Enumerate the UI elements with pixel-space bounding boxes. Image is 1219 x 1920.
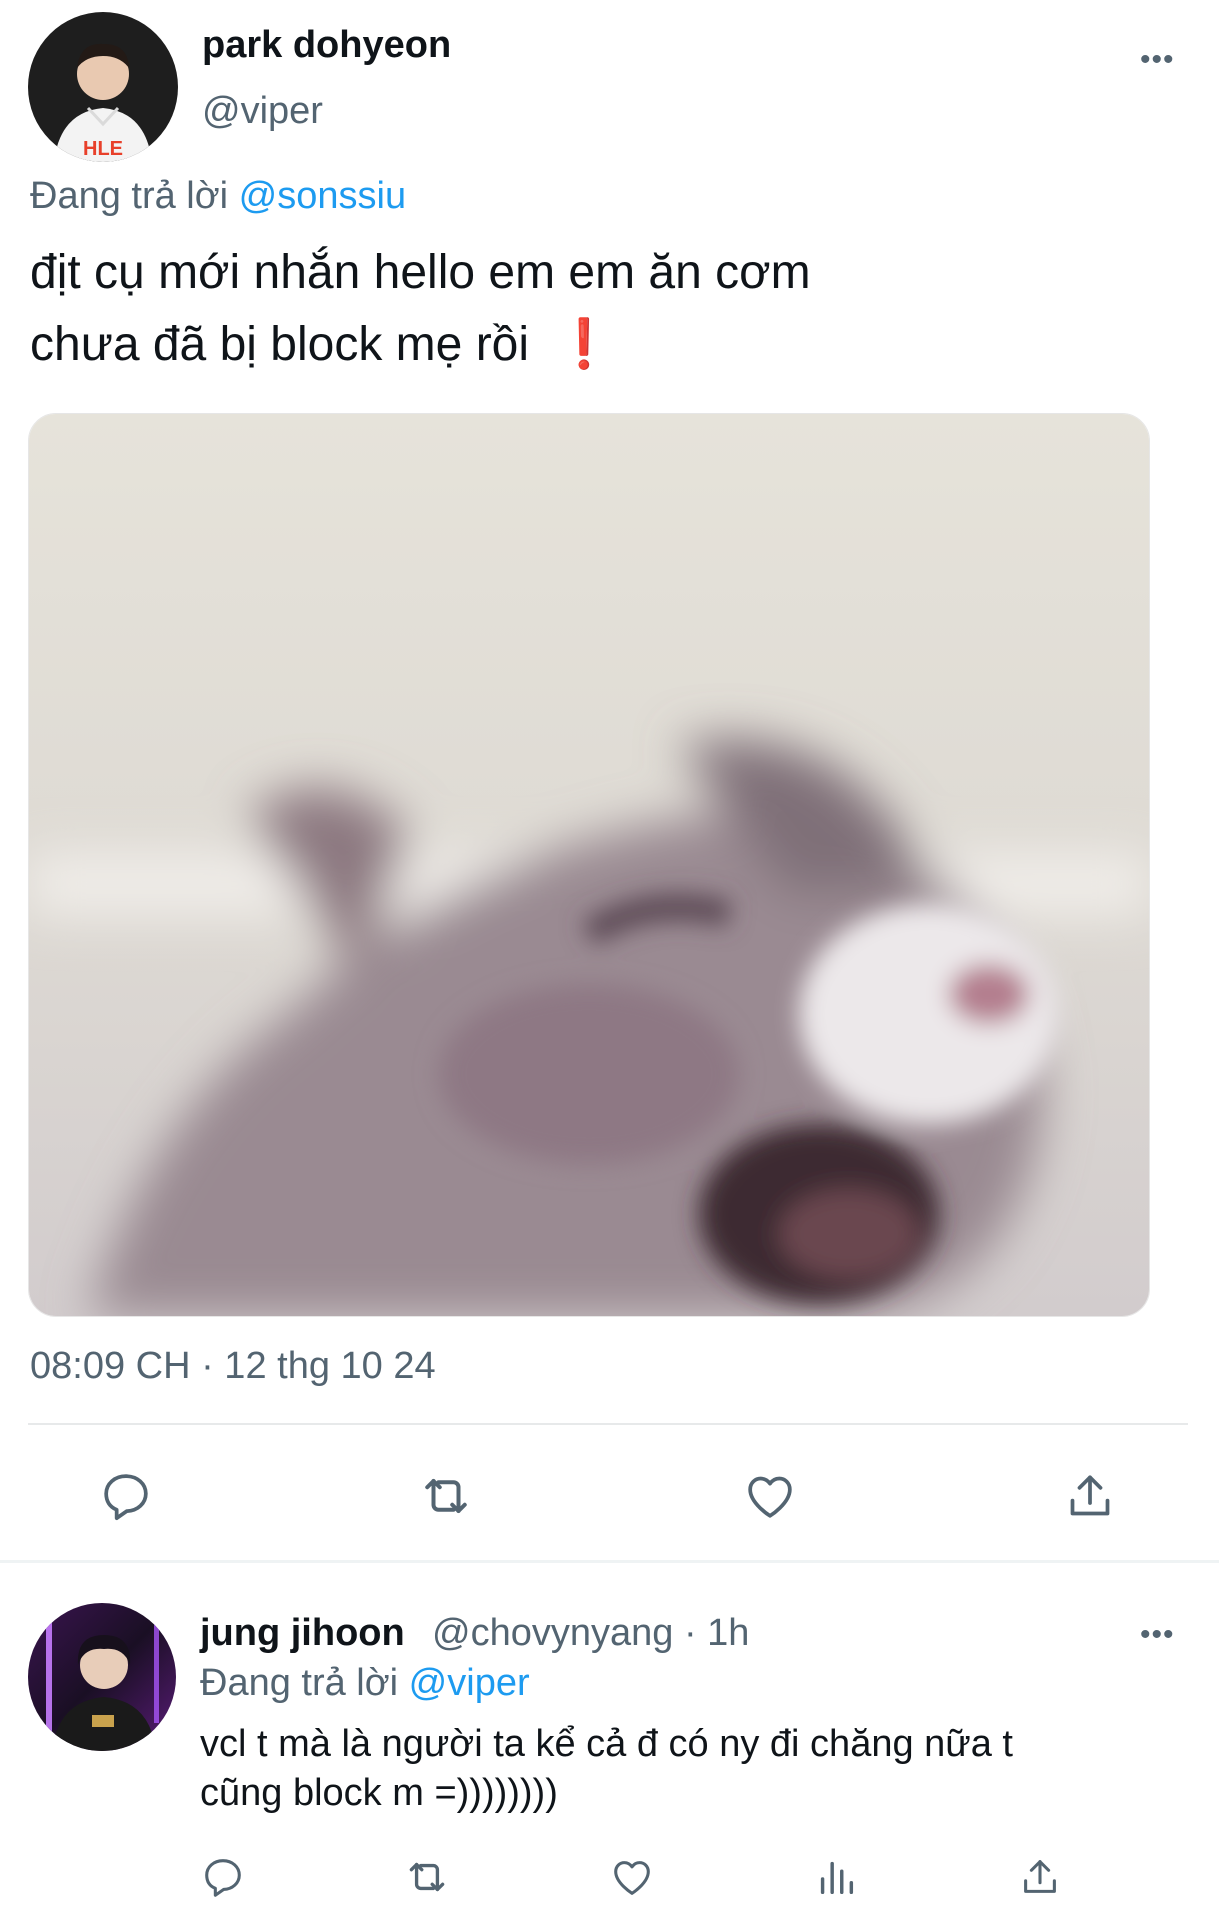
tweet-media-image[interactable] bbox=[28, 413, 1150, 1317]
more-options-icon[interactable]: ••• bbox=[1140, 45, 1175, 75]
reply-text-line-2: cũng block m =)))))))) bbox=[200, 1772, 558, 1814]
reply-reply-button[interactable] bbox=[198, 1852, 248, 1902]
views-icon bbox=[820, 1861, 854, 1895]
reply-text-line-1: vcl t mà là người ta kể cả đ có ny đi ch… bbox=[200, 1723, 1013, 1765]
reply-author-name[interactable]: jung jihoon bbox=[200, 1612, 405, 1655]
avatar-badge-text: HLE bbox=[83, 138, 123, 160]
reply-retweet-button[interactable] bbox=[402, 1852, 452, 1902]
replying-prefix: Đang trả lời bbox=[30, 175, 239, 217]
exclamation-emoji: ❗ bbox=[554, 318, 615, 371]
reply-handle-wrap: @chovynyang · 1h bbox=[432, 1612, 749, 1655]
replying-to-line: Đang trả lời @sonssiu bbox=[30, 175, 406, 218]
author-name[interactable]: park dohyeon bbox=[202, 24, 451, 67]
reply-views-button[interactable] bbox=[811, 1852, 861, 1902]
author-avatar[interactable]: HLE bbox=[28, 12, 178, 162]
author-handle[interactable]: @viper bbox=[202, 90, 323, 133]
tweet-timestamp[interactable]: 08:09 CH · 12 thg 10 24 bbox=[30, 1345, 436, 1388]
section-divider bbox=[0, 1560, 1219, 1563]
like-button[interactable] bbox=[740, 1466, 800, 1526]
blurred-cat-image bbox=[29, 414, 1149, 1316]
reply-more-options-icon[interactable]: ••• bbox=[1140, 1620, 1175, 1650]
reply-button[interactable] bbox=[96, 1466, 156, 1526]
reply-author-handle[interactable]: @chovynyang bbox=[432, 1612, 673, 1654]
like-icon bbox=[748, 1476, 792, 1518]
share-icon bbox=[1024, 1860, 1056, 1893]
tweet-text-line-2: chưa đã bị block mẹ rồi bbox=[30, 318, 530, 371]
avatar-image: HLE bbox=[28, 12, 178, 162]
tweet-text-line-1: địt cụ mới nhắn hello em em ăn cơm bbox=[30, 246, 811, 299]
reply-avatar-image bbox=[28, 1603, 176, 1751]
retweet-button[interactable] bbox=[416, 1466, 476, 1526]
reply-author-avatar[interactable] bbox=[28, 1603, 176, 1751]
reply-time-ago[interactable]: · 1h bbox=[673, 1612, 750, 1654]
reply-icon bbox=[205, 1859, 241, 1897]
retweet-icon bbox=[409, 1862, 445, 1892]
retweet-icon bbox=[425, 1479, 467, 1513]
reply-replying-to-mention[interactable]: @viper bbox=[409, 1662, 530, 1704]
timestamp-divider bbox=[28, 1423, 1188, 1425]
replying-to-mention[interactable]: @sonssiu bbox=[239, 175, 406, 217]
reply-icon bbox=[104, 1474, 148, 1521]
reply-like-button[interactable] bbox=[607, 1852, 657, 1902]
reply-replying-to-line: Đang trả lời @viper bbox=[200, 1662, 530, 1705]
share-button[interactable] bbox=[1060, 1466, 1120, 1526]
like-icon bbox=[614, 1861, 650, 1895]
reply-share-button[interactable] bbox=[1015, 1852, 1065, 1902]
share-icon bbox=[1070, 1475, 1110, 1516]
tweet-text-line-2-wrap: chưa đã bị block mẹ rồi ❗ bbox=[30, 315, 614, 372]
reply-replying-prefix: Đang trả lời bbox=[200, 1662, 409, 1704]
